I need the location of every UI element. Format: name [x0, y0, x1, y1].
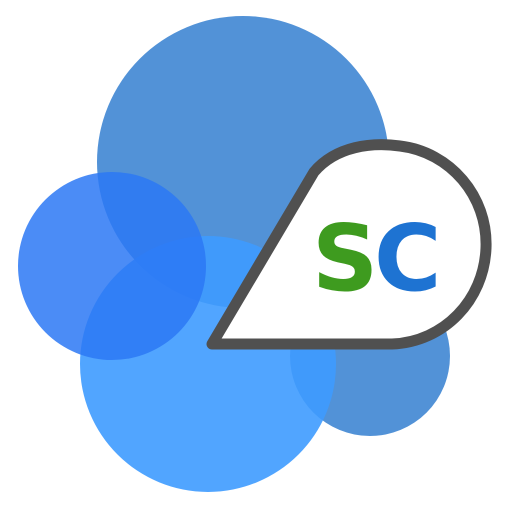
circle-left: [18, 172, 206, 360]
badge-letter-s: S: [312, 205, 378, 312]
badge-letter-c: C: [374, 205, 442, 312]
cloud-logo-icon: S C: [18, 16, 492, 492]
logo-container: S C: [0, 0, 512, 512]
